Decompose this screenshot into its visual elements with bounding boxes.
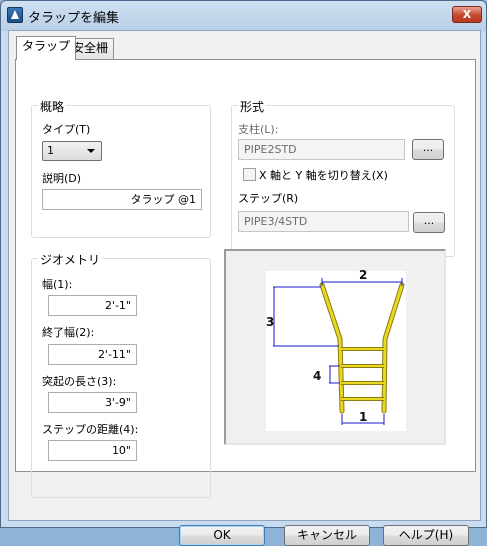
step-label: ステップ(R) [238, 192, 299, 205]
post-input[interactable]: PIPE2STD [238, 139, 405, 160]
width-input[interactable]: 2'-1" [48, 295, 137, 316]
dimension-label-4: 4 [313, 369, 321, 383]
ladder-preview-diagram: 2 3 4 1 [266, 268, 406, 431]
close-button[interactable]: X [452, 6, 482, 23]
end-width-input[interactable]: 2'-11" [48, 344, 137, 365]
swap-axes-checkbox[interactable] [243, 168, 256, 181]
type-label: タイプ(T) [42, 123, 91, 136]
type-dropdown-value: 1 [47, 144, 54, 157]
width-label: 幅(1): [42, 278, 73, 291]
overview-group-label: 概略 [38, 98, 67, 115]
geometry-group: ジオメトリ 幅(1): 2'-1" 終了幅(2): 2'-11" 突起の長さ(3… [31, 251, 211, 498]
ladder-preview: 2 3 4 1 [224, 249, 446, 445]
protrusion-label: 突起の長さ(3): [42, 375, 117, 388]
cancel-button[interactable]: キャンセル [284, 525, 370, 546]
step-distance-input[interactable]: 10" [48, 440, 137, 461]
form-group: 形式 支柱(L): PIPE2STD ... X 軸と Y 軸を切り替え(X) … [231, 98, 455, 257]
post-browse-button[interactable]: ... [412, 139, 444, 160]
swap-axes-label: X 軸と Y 軸を切り替え(X) [259, 169, 388, 182]
step-input[interactable]: PIPE3/4STD [238, 211, 409, 232]
step-browse-button[interactable]: ... [413, 212, 445, 233]
type-dropdown[interactable]: 1 [42, 141, 102, 161]
post-label: 支柱(L): [238, 123, 279, 136]
dimension-label-1: 1 [359, 410, 367, 424]
dialog-window: タラップを編集 X タラップ 安全柵 概略 タイプ(T) 1 説明(D) タラッ… [0, 0, 487, 546]
help-button[interactable]: ヘルプ(H) [383, 525, 469, 546]
chevron-down-icon [87, 149, 95, 153]
dimension-label-2: 2 [359, 268, 367, 282]
ok-button[interactable]: OK [179, 525, 265, 546]
step-distance-label: ステップの距離(4): [42, 423, 139, 436]
geometry-group-label: ジオメトリ [38, 251, 103, 268]
title-bar[interactable]: タラップを編集 X [1, 1, 486, 29]
tab-ladder[interactable]: タラップ [16, 36, 77, 60]
autocad-app-icon [7, 7, 23, 23]
description-input[interactable]: タラップ @1 [42, 189, 202, 210]
description-label: 説明(D) [42, 172, 82, 185]
protrusion-input[interactable]: 3'-9" [48, 392, 137, 413]
end-width-label: 終了幅(2): [42, 326, 95, 339]
dimension-label-3: 3 [266, 315, 274, 329]
overview-group: 概略 タイプ(T) 1 説明(D) タラップ @1 [31, 98, 211, 238]
window-title: タラップを編集 [28, 11, 120, 26]
form-group-label: 形式 [238, 98, 267, 115]
